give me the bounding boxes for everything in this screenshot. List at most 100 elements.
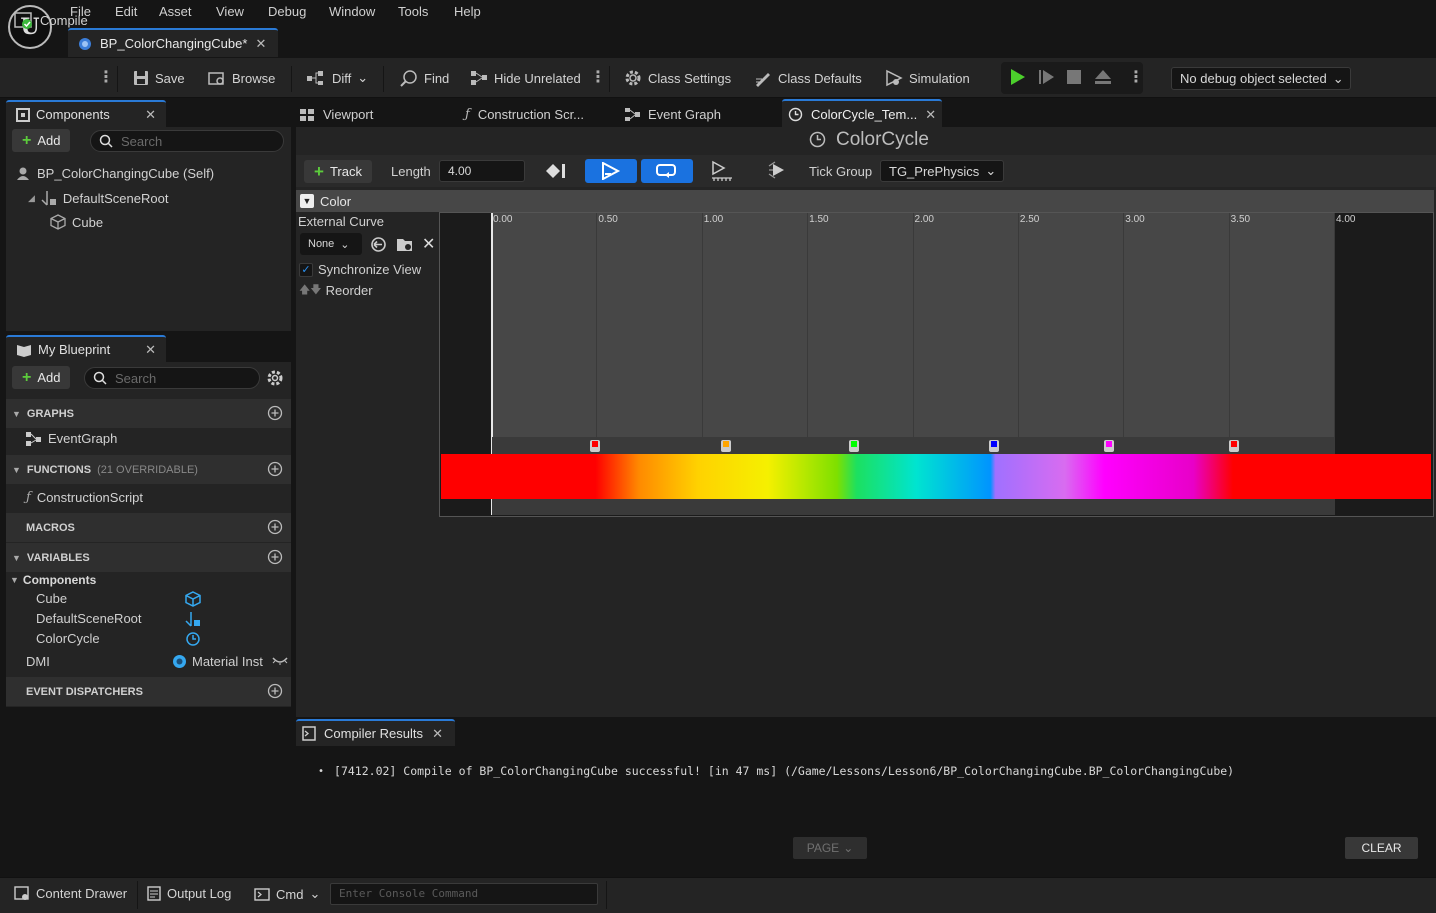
add-graph-icon[interactable] — [267, 405, 283, 421]
compile-message[interactable]: • [7412.02] Compile of BP_ColorChangingC… — [318, 764, 1234, 778]
tick-group-select[interactable]: TG_PrePhysics ⌄ — [880, 160, 1004, 182]
menu-asset[interactable]: Asset — [159, 4, 192, 19]
compile-button[interactable]: Compile — [14, 9, 88, 31]
add-dispatcher-icon[interactable] — [267, 683, 283, 699]
variable-dmi[interactable]: DMI — [26, 654, 50, 669]
tree-item-self[interactable]: BP_ColorChangingCube (Self) — [16, 166, 214, 181]
menu-debug[interactable]: Debug — [268, 4, 306, 19]
step-icon[interactable] — [1038, 68, 1056, 86]
color-keyframe[interactable] — [988, 440, 999, 452]
close-icon[interactable]: ✕ — [925, 107, 936, 123]
tab-construction-script[interactable]: ƒ Construction Scr... — [465, 100, 584, 129]
browse-button[interactable]: Browse — [208, 67, 275, 89]
section-functions[interactable]: ▼ FUNCTIONS (21 OVERRIDABLE) — [6, 455, 291, 484]
save-button[interactable]: Save — [133, 67, 185, 89]
autoplay-toggle[interactable] — [585, 159, 637, 183]
page-button[interactable]: PAGE ⌄ — [793, 837, 867, 859]
color-keyframe[interactable] — [590, 440, 601, 452]
color-keyframe[interactable] — [1228, 440, 1239, 452]
reorder-arrows-icon[interactable]: 🡅🡇 — [299, 281, 322, 300]
color-gradient-preview[interactable] — [441, 454, 1431, 499]
add-function-icon[interactable] — [267, 461, 283, 477]
close-icon[interactable]: ✕ — [145, 342, 156, 358]
class-defaults-button[interactable]: Class Defaults — [754, 67, 862, 89]
expand-arrow-icon: ▼ — [12, 552, 21, 563]
content-drawer-button[interactable]: Content Drawer — [14, 886, 127, 901]
use-last-keyframe-icon[interactable] — [545, 162, 567, 180]
simulation-button[interactable]: Simulation — [885, 67, 970, 89]
hide-unrelated-button[interactable]: Hide Unrelated — [470, 67, 581, 89]
reorder-control[interactable]: 🡅🡇 Reorder — [299, 281, 373, 300]
event-graph-item[interactable]: EventGraph — [26, 431, 117, 446]
external-curve-select[interactable]: None ⌄ — [300, 233, 362, 255]
components-search-input[interactable]: Search — [90, 130, 284, 152]
visibility-eye-icon[interactable] — [272, 654, 288, 666]
find-button[interactable]: Find — [400, 67, 449, 89]
clear-button[interactable]: CLEAR — [1345, 837, 1418, 859]
replicated-icon[interactable] — [710, 160, 734, 182]
console-command-input[interactable]: Enter Console Command — [330, 883, 598, 905]
close-icon[interactable]: ✕ — [255, 36, 266, 52]
section-event-dispatchers[interactable]: EVENT DISPATCHERS — [6, 677, 291, 706]
dmi-type-pill[interactable]: Material Inst — [172, 654, 263, 669]
section-macros[interactable]: MACROS — [6, 513, 291, 542]
tab-event-graph[interactable]: Event Graph — [625, 100, 721, 129]
tree-item-label: DefaultSceneRoot — [62, 190, 169, 206]
color-track-header[interactable]: ▼ Color — [296, 190, 1434, 212]
section-variables[interactable]: ▼ VARIABLES — [6, 543, 291, 572]
variable-cube[interactable]: Cube — [36, 591, 67, 606]
color-keyframe[interactable] — [1104, 440, 1115, 452]
class-settings-button[interactable]: Class Settings — [624, 67, 731, 89]
color-keyframe[interactable] — [849, 440, 860, 452]
menu-help[interactable]: Help — [454, 4, 481, 19]
compile-options-icon[interactable]: ⋮ — [98, 67, 114, 87]
debug-object-select[interactable]: No debug object selected ⌄ — [1171, 67, 1351, 90]
expand-arrow-icon[interactable]: ◢ — [28, 193, 35, 204]
functions-note: (21 OVERRIDABLE) — [97, 463, 198, 476]
variable-default-scene-root[interactable]: DefaultSceneRoot — [36, 611, 142, 626]
tab-color-cycle-timeline[interactable]: ColorCycle_Tem... ✕ — [782, 99, 942, 128]
use-selected-curve-icon[interactable] — [370, 236, 387, 253]
collapse-arrow-icon[interactable]: ▼ — [300, 194, 314, 208]
eject-icon[interactable] — [1094, 68, 1112, 86]
menu-edit[interactable]: Edit — [115, 4, 137, 19]
close-icon[interactable]: ✕ — [432, 726, 443, 742]
components-tab[interactable]: Components ✕ — [6, 100, 166, 127]
add-macro-icon[interactable] — [267, 519, 283, 535]
tab-viewport[interactable]: Viewport — [300, 100, 373, 129]
cmd-select[interactable]: Cmd ⌄ — [254, 886, 320, 902]
diff-button[interactable]: Diff ⌄ — [306, 67, 368, 89]
settings-gear-icon[interactable] — [266, 369, 284, 387]
close-icon[interactable]: ✕ — [145, 107, 156, 123]
checkbox-check-icon[interactable]: ✓ — [299, 262, 313, 277]
clear-curve-icon[interactable]: ✕ — [422, 234, 435, 254]
add-variable-icon[interactable] — [267, 549, 283, 565]
browse-curve-icon[interactable] — [396, 236, 414, 253]
find-options-icon[interactable]: ⋮ — [590, 67, 606, 87]
add-component-button[interactable]: + Add — [12, 129, 71, 152]
menu-window[interactable]: Window — [329, 4, 375, 19]
document-tab[interactable]: BP_ColorChangingCube* ✕ — [68, 28, 278, 57]
add-member-button[interactable]: + Add — [12, 366, 71, 389]
construction-script-item[interactable]: ƒ ConstructionScript — [26, 490, 143, 505]
play-icon[interactable] — [1009, 68, 1027, 86]
ignore-time-dilation-icon[interactable] — [767, 160, 791, 182]
tree-item-cube[interactable]: Cube — [50, 214, 103, 230]
stop-icon[interactable] — [1066, 69, 1082, 85]
output-log-button[interactable]: Output Log — [147, 886, 231, 901]
tree-item-default-scene-root[interactable]: ◢ DefaultSceneRoot — [28, 190, 168, 206]
section-graphs[interactable]: ▼ GRAPHS — [6, 399, 291, 428]
my-blueprint-tab[interactable]: My Blueprint ✕ — [6, 335, 166, 362]
menu-tools[interactable]: Tools — [398, 4, 428, 19]
play-options-icon[interactable]: ⋮ — [1128, 67, 1144, 87]
synchronize-view-checkbox[interactable]: ✓ Synchronize View — [299, 262, 421, 277]
compiler-results-tab[interactable]: Compiler Results ✕ — [296, 719, 455, 746]
color-keyframe[interactable] — [720, 440, 731, 452]
menu-view[interactable]: View — [216, 4, 244, 19]
length-input[interactable]: 4.00 — [439, 160, 525, 182]
components-group[interactable]: ▼ Components — [10, 573, 96, 587]
loop-toggle[interactable] — [641, 159, 693, 183]
add-track-button[interactable]: + Track — [304, 160, 372, 183]
variable-color-cycle[interactable]: ColorCycle — [36, 631, 100, 646]
my-blueprint-search-input[interactable]: Search — [84, 367, 260, 389]
